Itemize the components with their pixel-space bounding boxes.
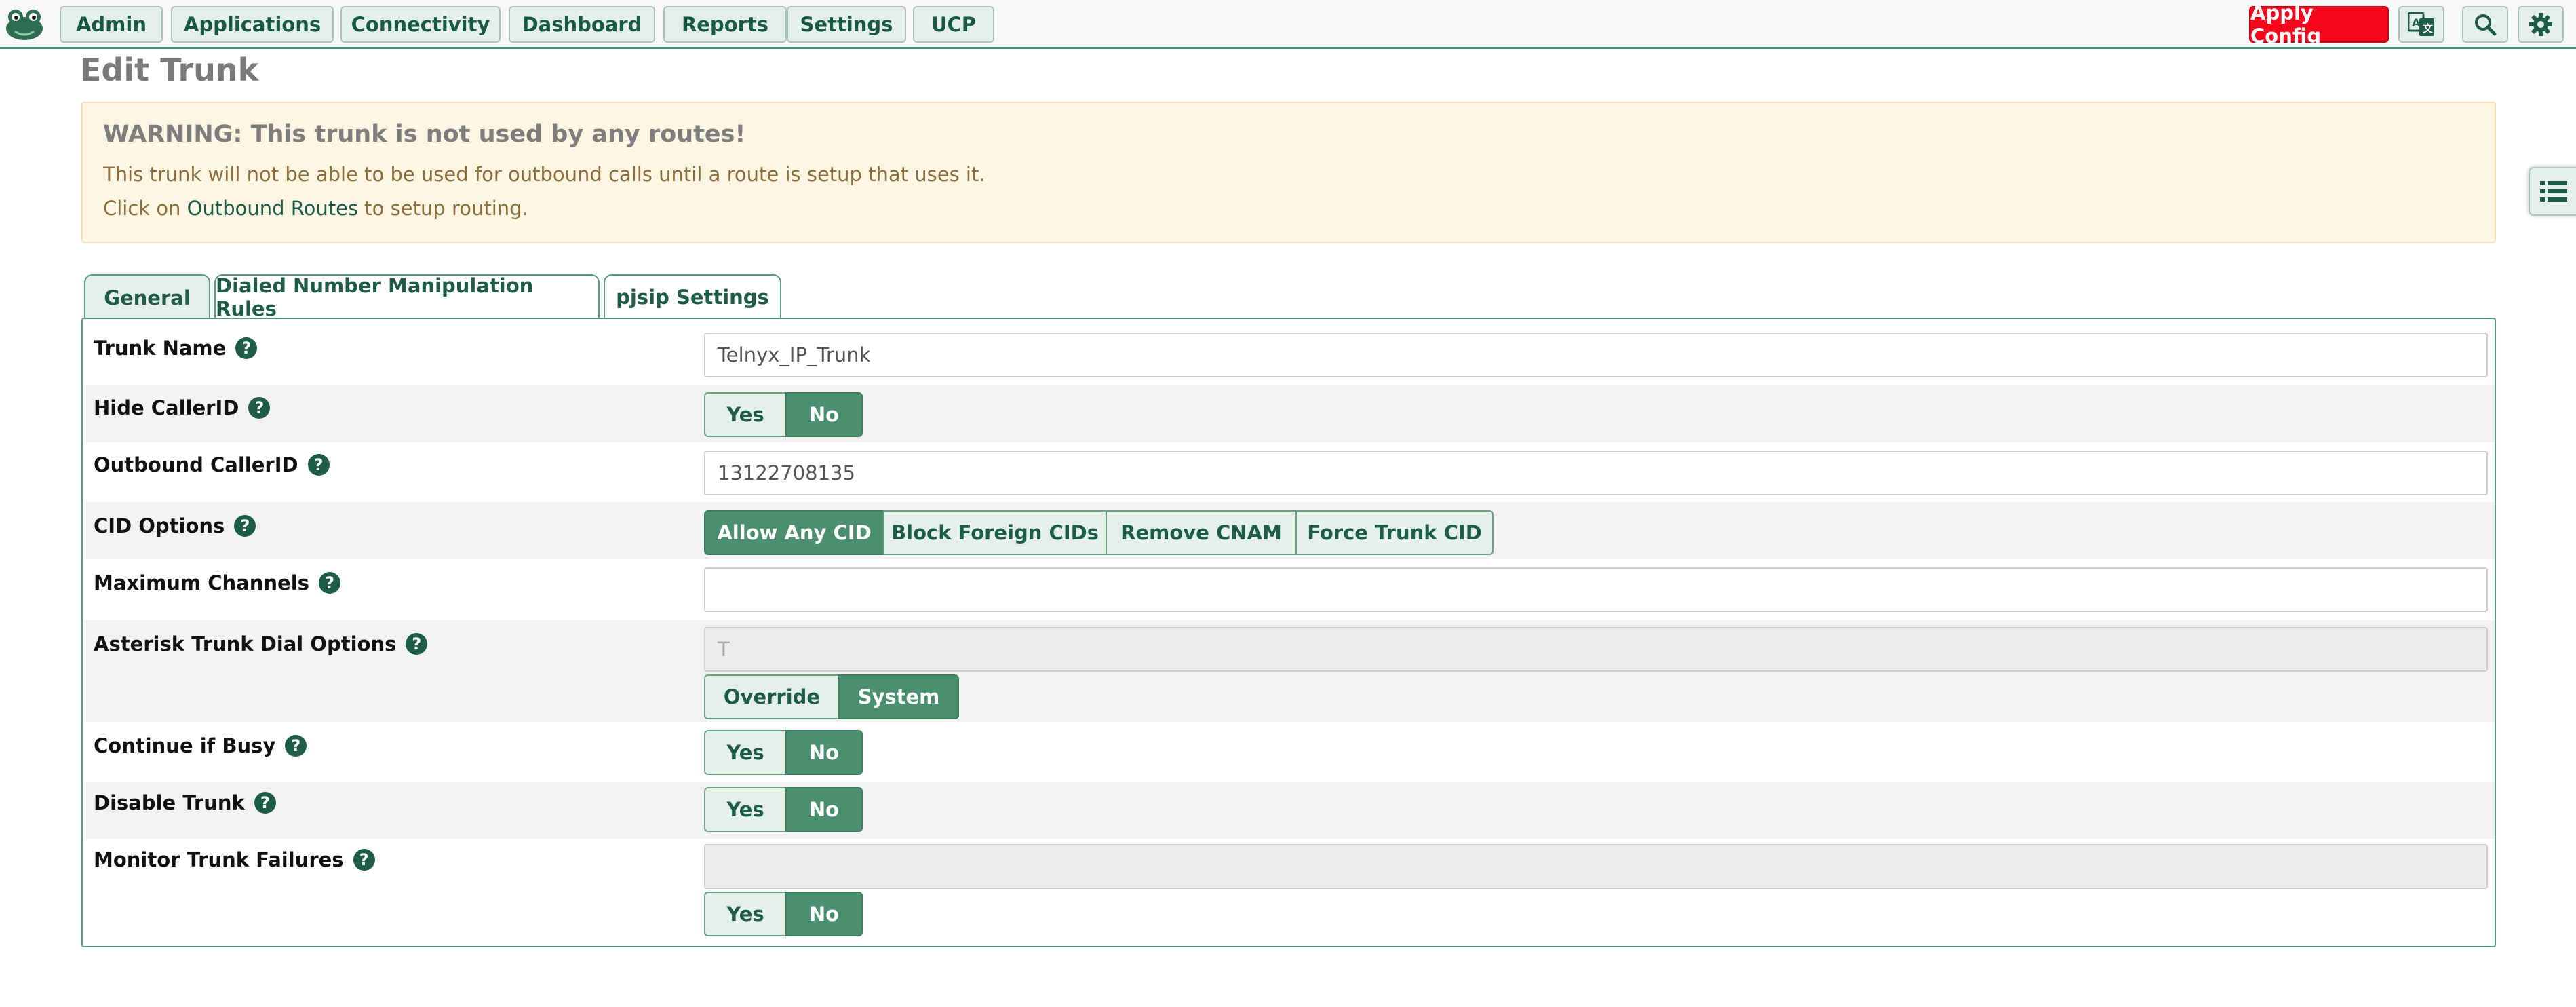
cid-block-foreign[interactable]: Block Foreign CIDs [883,510,1107,555]
dial-options-system[interactable]: System [838,674,959,719]
cid-options-label: CID Options ? [94,514,256,537]
monitor-failures-label-text: Monitor Trunk Failures [94,848,344,871]
page-title: Edit Trunk [80,52,259,88]
help-icon[interactable]: ? [234,515,256,537]
hide-callerid-label-text: Hide CallerID [94,396,239,419]
disable-trunk-label: Disable Trunk ? [94,791,276,814]
general-settings-panel: Trunk Name ? Telnyx_IP_Trunk Hide Caller… [81,318,2496,947]
row-disable-trunk: Disable Trunk ? Yes No [84,782,2495,839]
trunk-name-input[interactable]: Telnyx_IP_Trunk [704,332,2488,377]
outbound-routes-link[interactable]: Outbound Routes [187,197,358,220]
monitor-failures-no[interactable]: No [785,892,863,936]
continue-busy-toggle: Yes No [704,730,863,775]
dial-options-toggle: Override System [704,674,959,719]
help-icon[interactable]: ? [406,633,428,655]
continue-busy-label: Continue if Busy ? [94,734,307,757]
side-menu-toggle[interactable] [2529,167,2576,216]
tab-general[interactable]: General [84,274,210,320]
dial-options-input[interactable]: T [704,627,2488,672]
monitor-failures-input[interactable] [704,844,2488,889]
translate-icon: A 文 [2408,12,2434,36]
nav-connectivity[interactable]: Connectivity [340,6,501,43]
row-cid-options: CID Options ? Allow Any CID Block Foreig… [84,502,2495,559]
continue-busy-yes[interactable]: Yes [704,730,787,775]
dial-options-override[interactable]: Override [704,674,840,719]
outbound-callerid-input[interactable]: 13122708135 [704,451,2488,495]
nav-settings[interactable]: Settings [787,6,906,43]
cid-remove-cnam[interactable]: Remove CNAM [1106,510,1297,555]
max-channels-input[interactable] [704,567,2488,612]
dial-options-label: Asterisk Trunk Dial Options ? [94,632,428,656]
cid-options-label-text: CID Options [94,514,225,537]
warning-box: WARNING: This trunk is not used by any r… [81,102,2496,243]
trunk-name-label-text: Trunk Name [94,337,227,360]
nav-reports[interactable]: Reports [663,6,787,43]
help-icon[interactable]: ? [318,572,340,594]
nav-admin[interactable]: Admin [60,6,163,43]
row-trunk-name: Trunk Name ? Telnyx_IP_Trunk [84,319,2495,380]
disable-trunk-label-text: Disable Trunk [94,791,245,814]
apply-config-button[interactable]: Apply Config [2249,1,2389,48]
warning-routing-hint: Click on Outbound Routes to setup routin… [103,197,528,220]
nav-dashboard[interactable]: Dashboard [509,6,655,43]
outbound-callerid-label: Outbound CallerID ? [94,453,330,476]
warning-message: This trunk will not be able to be used f… [103,163,985,186]
cid-allow-any[interactable]: Allow Any CID [704,510,884,555]
gear-icon [2529,13,2552,36]
row-hide-callerid: Hide CallerID ? Yes No [84,385,2495,442]
disable-trunk-yes[interactable]: Yes [704,787,787,832]
monitor-failures-yes[interactable]: Yes [704,892,787,936]
cid-options-toggle: Allow Any CID Block Foreign CIDs Remove … [704,510,1494,555]
hide-callerid-no[interactable]: No [785,392,863,437]
search-button[interactable] [2462,6,2508,43]
nav-ucp[interactable]: UCP [913,6,994,43]
language-button[interactable]: A 文 [2398,6,2444,43]
warning-suffix: to setup routing. [358,197,528,220]
hide-callerid-toggle: Yes No [704,392,863,437]
max-channels-label: Maximum Channels ? [94,571,340,594]
hide-callerid-label: Hide CallerID ? [94,396,271,419]
svg-text:A: A [2412,16,2421,29]
monitor-failures-toggle: Yes No [704,892,863,936]
row-monitor-failures: Monitor Trunk Failures ? Yes No [84,839,2495,945]
frog-logo-icon[interactable] [4,7,45,42]
help-icon[interactable]: ? [307,454,330,476]
disable-trunk-no[interactable]: No [785,787,863,832]
max-channels-label-text: Maximum Channels [94,571,309,594]
help-icon[interactable]: ? [248,397,271,419]
disable-trunk-toggle: Yes No [704,787,863,832]
continue-busy-no[interactable]: No [785,730,863,775]
row-outbound-callerid: Outbound CallerID ? 13122708135 [84,445,2495,502]
svg-text:文: 文 [2423,22,2434,35]
tab-dialed-number-rules[interactable]: Dialed Number Manipulation Rules [214,274,600,320]
tab-pjsip-settings[interactable]: pjsip Settings [604,274,781,319]
settings-button[interactable] [2518,6,2564,43]
help-icon[interactable]: ? [353,849,375,871]
dial-options-label-text: Asterisk Trunk Dial Options [94,632,397,656]
outbound-callerid-label-text: Outbound CallerID [94,453,298,476]
search-icon [2475,14,2497,36]
help-icon[interactable]: ? [285,735,307,757]
list-icon [2540,181,2567,202]
warning-prefix: Click on [103,197,187,220]
row-dial-options: Asterisk Trunk Dial Options ? T Override… [84,620,2495,722]
help-icon[interactable]: ? [235,337,258,359]
monitor-failures-label: Monitor Trunk Failures ? [94,848,375,871]
row-continue-busy: Continue if Busy ? Yes No [84,725,2495,782]
continue-busy-label-text: Continue if Busy [94,734,276,757]
nav-applications[interactable]: Applications [171,6,334,43]
help-icon[interactable]: ? [254,792,276,814]
hide-callerid-yes[interactable]: Yes [704,392,787,437]
warning-title: WARNING: This trunk is not used by any r… [103,121,746,148]
row-max-channels: Maximum Channels ? [84,559,2495,620]
trunk-name-label: Trunk Name ? [94,337,258,360]
cid-force-trunk[interactable]: Force Trunk CID [1295,510,1494,555]
top-navigation: Admin Applications Connectivity Dashboar… [0,0,2576,49]
